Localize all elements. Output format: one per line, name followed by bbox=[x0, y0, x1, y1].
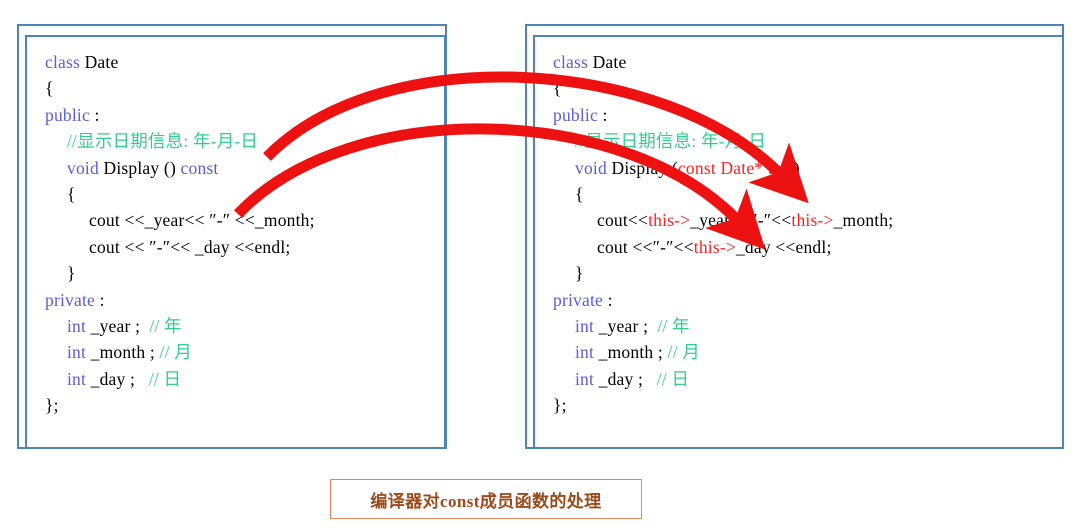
code-token: } bbox=[67, 263, 76, 284]
code-token: { bbox=[575, 183, 584, 204]
right-code-panel: class Date { public : //显示日期信息: 年-月-日 void D… bbox=[533, 35, 1064, 449]
code-token: private bbox=[45, 289, 95, 310]
code-line: public : bbox=[45, 102, 440, 128]
right-code-block: class Date { public : //显示日期信息: 年-月-日 void D… bbox=[553, 49, 1058, 418]
code-line: } bbox=[45, 260, 440, 286]
code-token: { bbox=[67, 183, 76, 204]
code-token: int bbox=[575, 342, 595, 363]
code-token: // 日 bbox=[148, 368, 182, 389]
code-line: }; bbox=[553, 392, 1058, 418]
code-line: cout << ″-″<< _day <<endl; bbox=[45, 234, 440, 260]
code-token: // 年 bbox=[657, 315, 690, 336]
code-token: _year ; bbox=[86, 315, 150, 336]
code-token: private bbox=[553, 289, 603, 310]
left-code-panel: class Date { public : //显示日期信息: 年-月-日 void D… bbox=[25, 35, 446, 449]
code-token: Date bbox=[84, 52, 119, 72]
code-token: } bbox=[575, 263, 584, 284]
caption-box: 编译器对const成员函数的处理 bbox=[330, 479, 642, 519]
code-token: int bbox=[67, 368, 87, 389]
code-token: _year<<″-″<< bbox=[690, 210, 792, 231]
code-token: this-> bbox=[693, 236, 736, 257]
code-line: { bbox=[45, 75, 440, 101]
code-line: }; bbox=[45, 392, 440, 418]
code-line: int _day ; // 日 bbox=[553, 366, 1058, 392]
code-token: cout<< bbox=[597, 210, 649, 231]
code-token: _month; bbox=[833, 210, 894, 231]
code-line: private : bbox=[45, 287, 440, 313]
code-token: : bbox=[597, 104, 608, 125]
code-line: cout <<″-″<<this->_day <<endl; bbox=[553, 234, 1058, 260]
code-token: _day <<endl; bbox=[735, 236, 832, 257]
code-line: public : bbox=[553, 102, 1058, 128]
code-token: ) bbox=[793, 157, 800, 178]
code-line: private : bbox=[553, 287, 1058, 313]
code-token: void bbox=[67, 157, 99, 178]
code-token: int bbox=[67, 315, 87, 336]
code-token: public bbox=[553, 104, 598, 125]
code-line: int _year ; // 年 bbox=[553, 313, 1058, 339]
code-line: int _month ; // 月 bbox=[45, 339, 440, 365]
code-token: int bbox=[575, 315, 595, 336]
code-line: { bbox=[45, 181, 440, 207]
code-token: : bbox=[89, 104, 100, 125]
code-line: cout <<_year<< ″-″ <<_month; bbox=[45, 207, 440, 233]
code-token: : bbox=[603, 289, 613, 310]
code-token: _day ; bbox=[594, 368, 657, 389]
code-token: Date bbox=[592, 52, 627, 72]
code-line: void Display (const Date* this) bbox=[553, 155, 1058, 181]
code-line: int _month ; // 月 bbox=[553, 339, 1058, 365]
code-token: { bbox=[45, 78, 54, 99]
code-token: int bbox=[67, 342, 87, 363]
code-token: const bbox=[180, 157, 219, 178]
code-line: } bbox=[553, 260, 1058, 286]
code-token: }; bbox=[553, 395, 567, 416]
code-token: Display ( bbox=[606, 157, 678, 178]
left-code-block: class Date { public : //显示日期信息: 年-月-日 void D… bbox=[45, 49, 440, 418]
code-token: //显示日期信息: 年-月-日 bbox=[575, 131, 767, 152]
code-line: { bbox=[553, 181, 1058, 207]
code-token: //显示日期信息: 年-月-日 bbox=[67, 131, 259, 152]
code-token: cout <<_year<< ″-″ <<_month; bbox=[89, 210, 315, 231]
code-line: //显示日期信息: 年-月-日 bbox=[45, 128, 440, 154]
caption-label: 编译器对const成员函数的处理 bbox=[370, 491, 602, 511]
code-token: cout << ″-″<< _day <<endl; bbox=[89, 236, 291, 257]
code-token: _day ; bbox=[86, 368, 149, 389]
code-token: class bbox=[45, 52, 85, 72]
code-line: int _year ; // 年 bbox=[45, 313, 440, 339]
code-line: //显示日期信息: 年-月-日 bbox=[553, 128, 1058, 154]
code-token: this-> bbox=[791, 210, 834, 231]
code-token: : bbox=[95, 289, 105, 310]
code-token: cout <<″-″<< bbox=[597, 236, 694, 257]
code-token: class bbox=[553, 52, 593, 72]
code-line: int _day ; // 日 bbox=[45, 366, 440, 392]
code-token: // 月 bbox=[667, 342, 700, 363]
code-token: }; bbox=[45, 395, 59, 416]
code-token: const Date* this bbox=[677, 157, 794, 178]
code-token: Display () bbox=[98, 157, 181, 178]
code-token: { bbox=[553, 78, 562, 99]
code-token: // 日 bbox=[656, 368, 690, 389]
code-token: _month ; bbox=[594, 342, 668, 363]
code-line: class Date bbox=[553, 49, 1058, 75]
code-token: int bbox=[575, 368, 595, 389]
code-token: _month ; bbox=[86, 342, 160, 363]
code-token: public bbox=[45, 104, 90, 125]
code-token: void bbox=[575, 157, 607, 178]
code-line: cout<<this->_year<<″-″<<this->_month; bbox=[553, 207, 1058, 233]
code-token: this-> bbox=[648, 210, 691, 231]
code-token: // 月 bbox=[159, 342, 192, 363]
code-line: void Display () const bbox=[45, 155, 440, 181]
code-token: _year ; bbox=[594, 315, 658, 336]
code-line: class Date bbox=[45, 49, 440, 75]
code-token: // 年 bbox=[149, 315, 182, 336]
code-line: { bbox=[553, 75, 1058, 101]
